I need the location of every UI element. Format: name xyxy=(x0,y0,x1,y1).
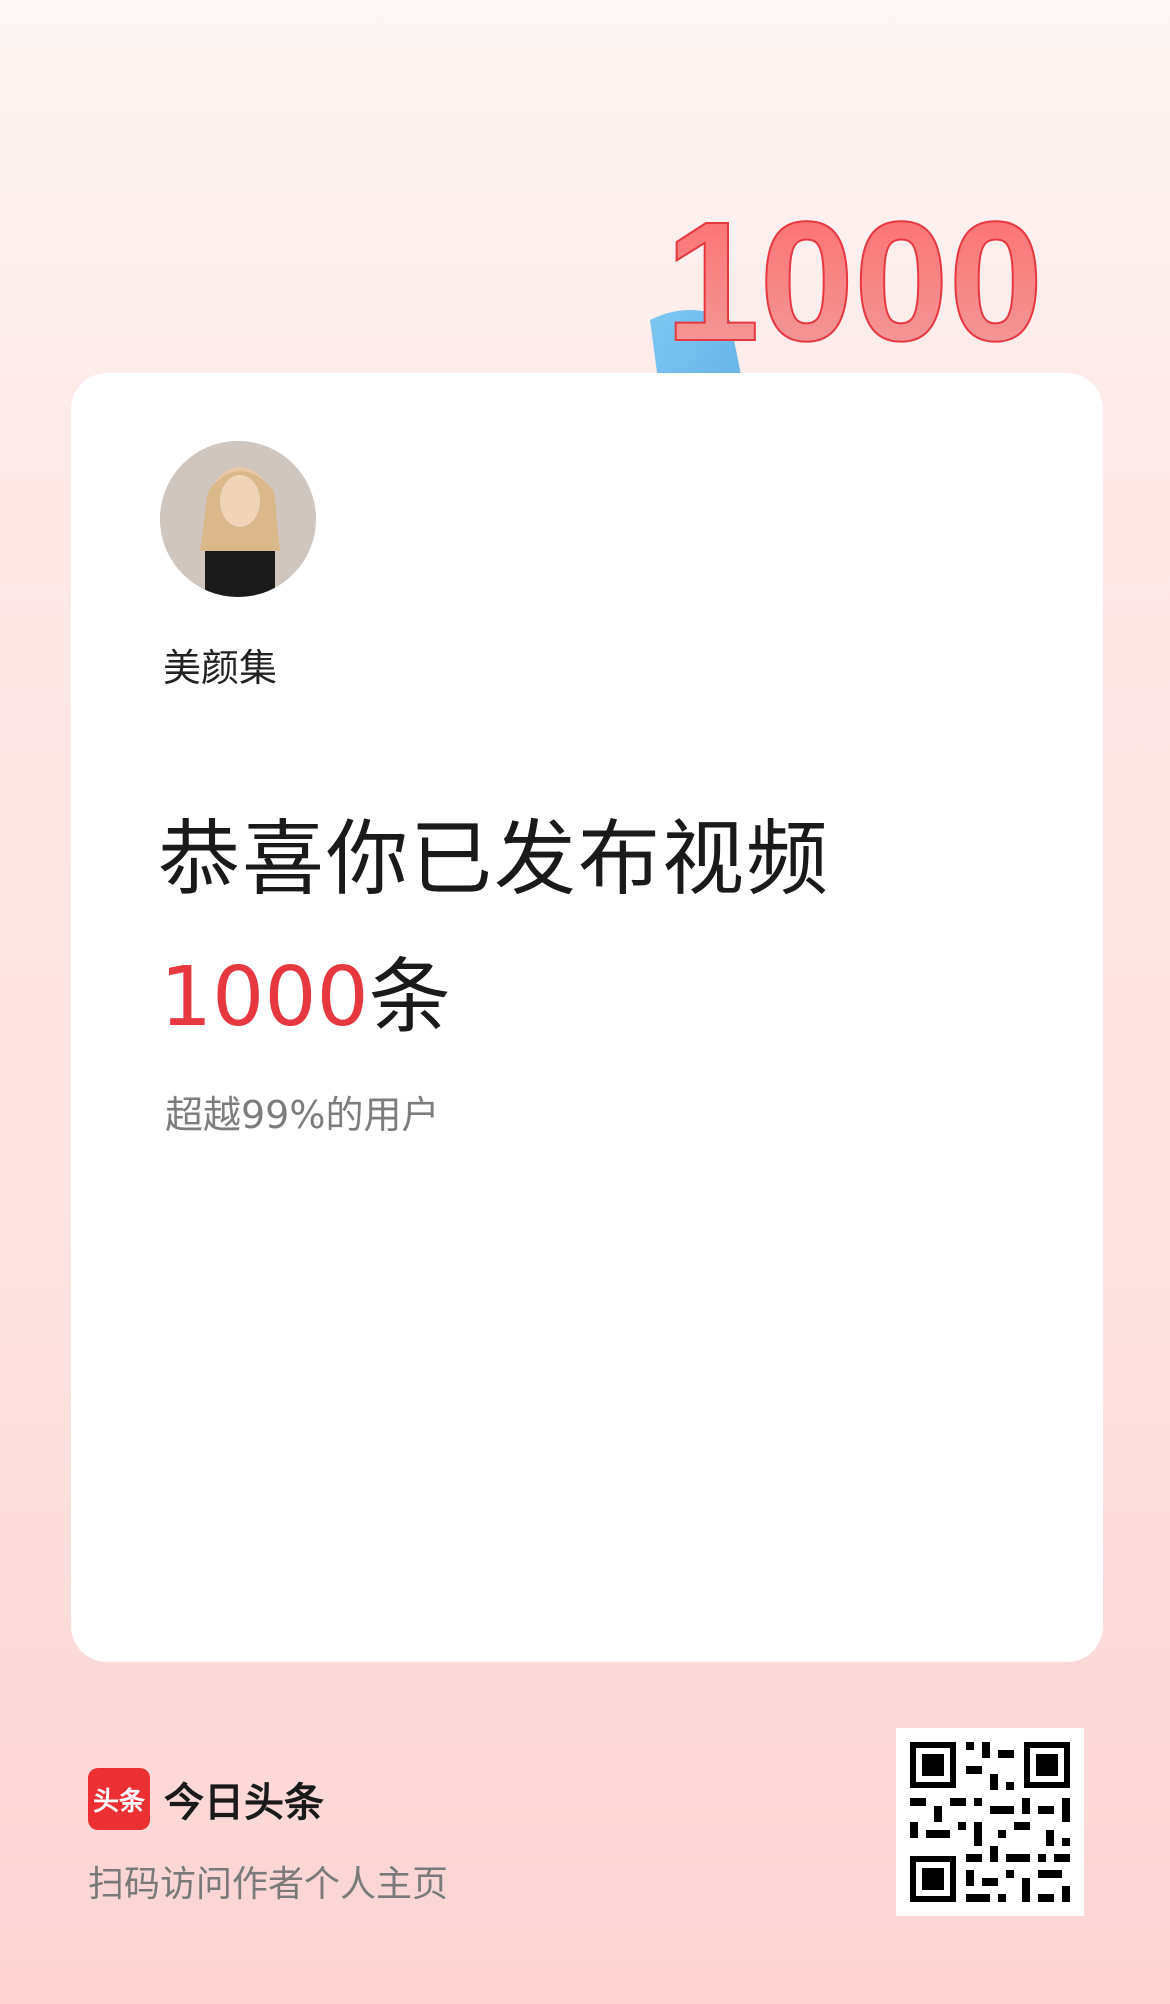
ranking-text: 超越99%的用户 xyxy=(165,1093,440,1137)
logo-text: 头条 xyxy=(92,1786,145,1817)
qr-code[interactable] xyxy=(896,1728,1084,1916)
scan-hint: 扫码访问作者个人主页 xyxy=(88,1864,449,1905)
video-count: 1000条 xyxy=(160,930,451,1049)
avatar-image xyxy=(160,441,316,597)
app-brand: 头条 今日头条 xyxy=(88,1768,324,1830)
badge-number: 1000 xyxy=(665,187,1043,377)
user-name: 美颜集 xyxy=(163,646,278,690)
app-name: 今日头条 xyxy=(164,1780,324,1826)
avatar[interactable] xyxy=(160,441,316,597)
toutiao-logo-icon: 头条 xyxy=(88,1768,150,1830)
count-number: 1000 xyxy=(160,950,369,1045)
congrats-title: 恭喜你已发布视频 xyxy=(158,812,831,907)
count-unit: 条 xyxy=(368,950,451,1045)
qr-code-icon xyxy=(896,1728,1084,1916)
